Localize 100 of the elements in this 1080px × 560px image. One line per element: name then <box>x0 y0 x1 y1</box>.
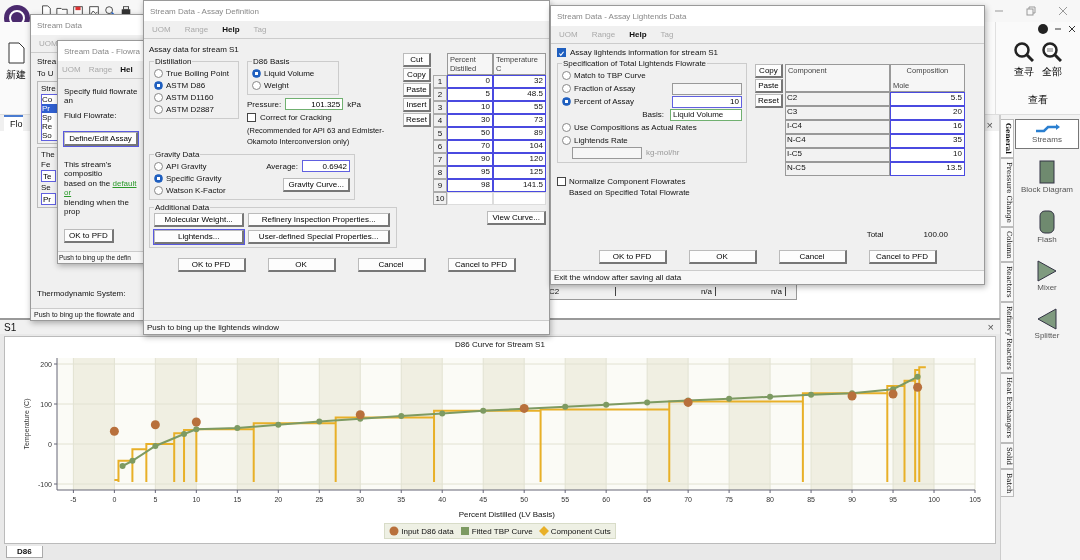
table-cell[interactable]: 141.5 <box>492 179 546 192</box>
palette-item[interactable]: Flash <box>1015 205 1079 249</box>
table-cell[interactable]: 98 <box>446 179 493 192</box>
table-cell[interactable]: 48.5 <box>492 88 546 101</box>
window-title: Stream Data - Assay Lightends Data <box>557 11 687 21</box>
ribbon-button[interactable]: 全部 <box>1042 42 1062 79</box>
list-item[interactable]: Sp <box>42 113 57 122</box>
dialog-button[interactable]: Molecular Weight... <box>154 213 245 227</box>
document-tab[interactable]: Flo <box>4 115 23 131</box>
average-field[interactable]: 0.6942 <box>302 160 350 172</box>
palette-item[interactable]: Streams <box>1015 119 1079 149</box>
row-number: 6 <box>432 140 447 153</box>
input-field[interactable]: Pr <box>41 193 56 205</box>
table-cell[interactable]: 90 <box>446 153 493 166</box>
table-cell[interactable]: 10 <box>889 148 965 162</box>
total-label: Total <box>866 230 884 239</box>
close-button[interactable]: × <box>987 321 1000 333</box>
list-item[interactable]: Pr <box>42 104 57 113</box>
dialog-button[interactable]: Cancel <box>357 258 426 272</box>
legend-label: Component Cuts <box>550 526 611 536</box>
table-cell[interactable]: 104 <box>492 140 546 153</box>
table-cell[interactable]: 70 <box>446 140 493 153</box>
dialog-button[interactable]: OK to PFD <box>64 229 114 243</box>
list-item[interactable]: Re <box>42 122 57 131</box>
dialog-button[interactable]: User-defined Special Properties... <box>248 230 390 244</box>
dialog-button[interactable]: Insert <box>403 98 431 112</box>
dialog-button[interactable]: Cancel to PFD <box>447 258 516 272</box>
checkbox-label: Assay lightends information for stream S1 <box>570 48 719 57</box>
table-cell[interactable]: 95 <box>446 166 493 179</box>
dialog-button[interactable]: Lightends... <box>154 230 245 244</box>
table-cell[interactable]: 73 <box>492 114 546 127</box>
dialog-button[interactable]: Cancel <box>778 249 847 264</box>
palette-item[interactable]: Block Diagram <box>1015 155 1079 199</box>
field-label: Fe <box>41 160 51 169</box>
table-cell[interactable]: 5 <box>446 88 493 101</box>
dialog-button[interactable]: Paste <box>755 79 783 93</box>
sheet-tab[interactable]: D86 <box>6 546 43 558</box>
table-cell[interactable]: 35 <box>889 134 965 148</box>
dialog-button[interactable]: Cut <box>403 53 431 67</box>
dialog-button[interactable]: Copy <box>755 64 783 78</box>
new-button[interactable]: 新建 <box>6 42 26 86</box>
radio-label: Liquid Volume <box>264 68 315 78</box>
palette-item[interactable]: Splitter <box>1015 303 1079 345</box>
radio-label: Weight <box>264 80 289 90</box>
table-cell[interactable]: 10 <box>446 101 493 114</box>
table-cell[interactable]: 125 <box>492 166 546 179</box>
group-label: Stre <box>41 84 56 93</box>
table-cell[interactable]: 32 <box>492 75 546 88</box>
menu-item[interactable]: Help <box>222 25 240 34</box>
table-cell[interactable]: 0 <box>446 75 493 88</box>
dialog-button[interactable]: Cancel to PFD <box>868 249 937 264</box>
radio-label: Use Compositions as Actual Rates <box>574 123 697 132</box>
palette-item[interactable]: Mixer <box>1015 255 1079 297</box>
note-text: blending when the prop <box>64 198 130 216</box>
dialog-button[interactable]: Refinery Inspection Properties... <box>248 213 390 227</box>
radio-label: API Gravity <box>166 161 207 171</box>
radio-label: Fraction of Assay <box>574 84 636 93</box>
legend-label: Fitted TBP Curve <box>471 526 533 536</box>
dialog-button[interactable]: OK to PFD <box>598 249 667 264</box>
ribbon-button[interactable]: 查寻 <box>1014 42 1034 79</box>
dialog-button[interactable]: Reset <box>755 94 783 108</box>
basis-dropdown[interactable]: Liquid Volume <box>670 108 742 121</box>
table-cell[interactable]: 30 <box>446 114 493 127</box>
table-cell: C3 <box>784 106 890 120</box>
input-field[interactable]: Te <box>41 170 56 182</box>
table-cell[interactable]: 5.5 <box>889 92 965 106</box>
dialog-button[interactable]: View Curve... <box>487 211 546 225</box>
radio-label: ASTM D2887 <box>166 104 215 114</box>
dialog-button[interactable]: OK to PFD <box>177 258 246 272</box>
dialog-button[interactable]: Define/Edit Assay <box>64 132 138 146</box>
dialog-button[interactable]: OK <box>267 258 336 272</box>
close-button[interactable]: × <box>986 119 999 131</box>
row-number: 10 <box>432 192 447 205</box>
list-item[interactable]: So <box>42 131 57 140</box>
row-number: 8 <box>432 166 447 179</box>
dialog-button[interactable]: OK <box>688 249 757 264</box>
table-cell[interactable]: 55 <box>492 101 546 114</box>
row-number: 3 <box>432 101 447 114</box>
dialog-button[interactable]: Copy <box>403 68 431 82</box>
input-field[interactable]: 10 <box>672 95 742 108</box>
text-label: To U <box>37 69 54 78</box>
table-cell[interactable]: 50 <box>446 127 493 140</box>
table-cell[interactable]: 13.5 <box>889 162 965 176</box>
dialog-button[interactable]: Paste <box>403 83 431 97</box>
table-cell: n/a <box>716 287 786 296</box>
radio-label: ASTM D86 <box>166 80 206 90</box>
table-cell[interactable]: 89 <box>492 127 546 140</box>
checkbox-label: Normalize Component Flowrates <box>569 177 687 186</box>
row-number: 9 <box>432 179 447 192</box>
dialog-button[interactable]: Reset <box>403 113 431 127</box>
table-cell[interactable]: 16 <box>889 120 965 134</box>
table-cell[interactable]: 120 <box>492 153 546 166</box>
field-label: Se <box>41 183 51 192</box>
menu-item[interactable]: Hel <box>120 65 133 74</box>
group-label: Gravity Data <box>154 150 201 159</box>
table-cell[interactable]: 20 <box>889 106 965 120</box>
list-item[interactable]: Co <box>42 95 57 104</box>
menu-item[interactable]: Help <box>629 30 647 39</box>
dialog-button[interactable]: Gravity Curve... <box>283 178 350 192</box>
pressure-field[interactable]: 101.325 <box>285 98 344 110</box>
